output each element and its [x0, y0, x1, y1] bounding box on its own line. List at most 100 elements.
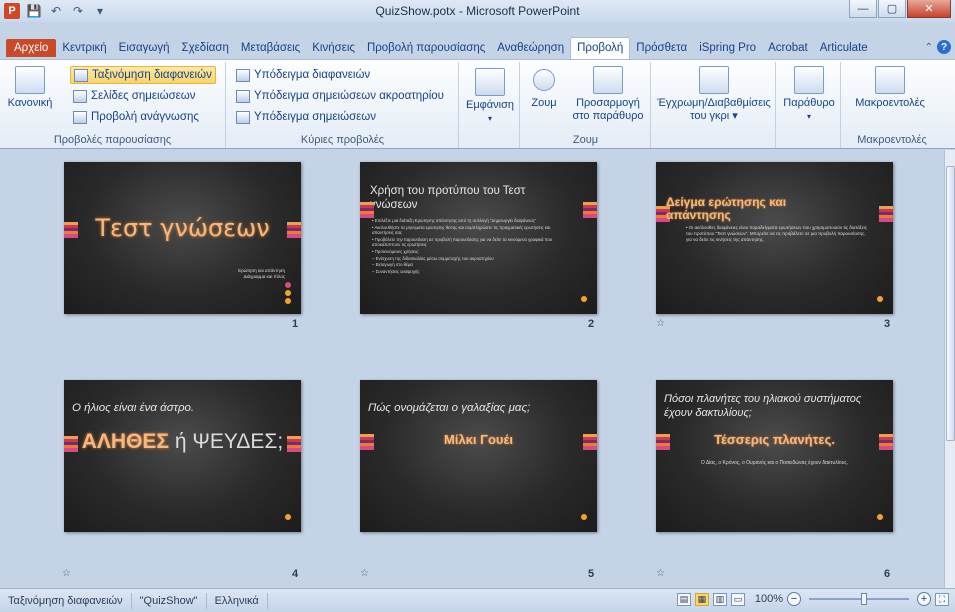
- zoom-level[interactable]: 100%: [755, 593, 783, 605]
- decor-dot: [581, 296, 587, 302]
- ribbon-right-controls: ⌃ ?: [925, 40, 951, 54]
- status-right: ▤ ▦ ▥ ▭ 100% − + ⛶: [676, 592, 949, 606]
- slide-thumbnail-3[interactable]: Δείγμα ερώτησης και απάντησης • Οι ακόλο…: [656, 162, 893, 314]
- slide-sorter-status-icon[interactable]: ▦: [694, 592, 709, 606]
- notes-page-icon: [73, 89, 87, 103]
- decor-stripe: [879, 206, 893, 222]
- vertical-scrollbar[interactable]: [944, 150, 955, 588]
- slide-thumbnail-2[interactable]: Χρήση του προτύπου του Τεστ γνώσεων • Επ…: [360, 162, 597, 314]
- decor-stripe: [583, 202, 597, 218]
- color-grayscale-button[interactable]: Έγχρωμη/Διαβαθμίσεις του γκρι ▾: [654, 66, 774, 123]
- slide-show-status-icon[interactable]: ▭: [730, 592, 745, 606]
- reading-view-button[interactable]: Προβολή ανάγνωσης: [70, 108, 202, 126]
- transition-icon[interactable]: ☆: [360, 568, 369, 579]
- status-theme-name[interactable]: "QuizShow": [132, 592, 207, 609]
- customize-qat-icon[interactable]: ▾: [92, 4, 108, 18]
- status-language[interactable]: Ελληνικά: [207, 592, 268, 609]
- zoom-in-icon[interactable]: +: [917, 592, 931, 606]
- slide-thumbnail-5[interactable]: Πώς ονομάζεται ο γαλαξίας μας; Μίλκι Γου…: [360, 380, 597, 532]
- handout-master-button[interactable]: Υπόδειγμα σημειώσεων ακροατηρίου: [233, 87, 447, 105]
- slide-title: Τεστ γνώσεων: [95, 214, 270, 242]
- slide-answer: Μίλκι Γουέι: [444, 432, 513, 447]
- minimize-ribbon-icon[interactable]: ⌃: [925, 42, 933, 53]
- show-icon: [475, 68, 505, 96]
- tab-animations[interactable]: Κινήσεις: [306, 39, 361, 57]
- redo-icon[interactable]: ↷: [70, 4, 86, 18]
- decor-dot: [581, 514, 587, 520]
- tab-review[interactable]: Αναθεώρηση: [491, 39, 570, 57]
- powerpoint-app-icon[interactable]: P: [4, 3, 20, 19]
- close-button[interactable]: ✕: [907, 0, 951, 18]
- tab-file[interactable]: Αρχείο: [6, 39, 57, 57]
- zoom-slider[interactable]: [809, 593, 909, 605]
- slide-number-2: 2: [588, 318, 595, 330]
- bullet: • Προβάλετε την παρουσίαση σε προβολή πα…: [372, 236, 553, 248]
- notes-page-button[interactable]: Σελίδες σημειώσεων: [70, 87, 199, 105]
- slide-sorter-button[interactable]: Ταξινόμηση διαφανειών: [70, 66, 216, 84]
- fit-to-window-button[interactable]: Προσαρμογή στο παράθυρο: [567, 66, 649, 123]
- group-show: Εμφάνιση ▾: [460, 62, 520, 148]
- ribbon-tabs: Αρχείο Κεντρική Εισαγωγή Σχεδίαση Μεταβά…: [0, 37, 874, 59]
- transition-icon[interactable]: ☆: [62, 568, 71, 579]
- save-icon[interactable]: 💾: [26, 4, 42, 18]
- minimize-button[interactable]: —: [849, 0, 877, 18]
- tab-slide-show[interactable]: Προβολή παρουσίασης: [361, 39, 491, 57]
- transition-icon[interactable]: ☆: [656, 318, 665, 329]
- slide-number-3: 3: [884, 318, 891, 330]
- window-label: Παράθυρο: [783, 97, 835, 109]
- bullet: – Συναντήσεις αναψυχής: [372, 269, 420, 275]
- decor-stripe: [360, 202, 374, 218]
- tab-acrobat[interactable]: Acrobat: [762, 39, 814, 57]
- tab-design[interactable]: Σχεδίαση: [176, 39, 235, 57]
- normal-view-button[interactable]: Κανονική: [4, 66, 56, 110]
- slide-title: Δείγμα ερώτησης και απάντησης: [666, 195, 787, 222]
- macros-label: Μακροεντολές: [855, 97, 925, 109]
- show-label: Εμφάνιση: [465, 99, 515, 111]
- tab-ispring[interactable]: iSpring Pro: [693, 39, 762, 57]
- tab-transitions[interactable]: Μεταβάσεις: [235, 39, 306, 57]
- slide-thumbnail-4[interactable]: Ο ήλιος είναι ένα άστρο. ΑΛΗΘΕΣ ή ΨΕΥΔΕΣ…: [64, 380, 301, 532]
- decor-dot: [877, 296, 883, 302]
- reading-view-icon: [73, 110, 87, 124]
- normal-view-status-icon[interactable]: ▤: [676, 592, 691, 606]
- slide-thumbnail-1[interactable]: Τεστ γνώσεων Ερώτηση και απάντηση Διάγρα…: [64, 162, 301, 314]
- zoom-slider-thumb[interactable]: [861, 593, 867, 605]
- status-bar: Ταξινόμηση διαφανειών "QuizShow" Ελληνικ…: [0, 588, 955, 612]
- reading-view-status-icon[interactable]: ▥: [712, 592, 727, 606]
- transition-icon[interactable]: ☆: [656, 568, 665, 579]
- color-grayscale-label-2-text: του γκρι: [690, 110, 730, 122]
- group-color-grayscale: Έγχρωμη/Διαβαθμίσεις του γκρι ▾: [652, 62, 776, 148]
- magnifier-icon: [533, 69, 555, 91]
- reading-view-label: Προβολή ανάγνωσης: [91, 111, 199, 123]
- slide-thumbnail-6[interactable]: Πόσοι πλανήτες του ηλιακού συστήματος έχ…: [656, 380, 893, 532]
- tab-add-ins[interactable]: Πρόσθετα: [630, 39, 693, 57]
- fit-slide-icon[interactable]: ⛶: [935, 592, 949, 606]
- window-title: QuizShow.potx - Microsoft PowerPoint: [375, 4, 580, 18]
- slide-master-button[interactable]: Υπόδειγμα διαφανειών: [233, 66, 373, 84]
- notes-master-label: Υπόδειγμα σημειώσεων: [254, 111, 377, 123]
- maximize-button[interactable]: ▢: [878, 0, 906, 18]
- slide-body: • Οι ακόλουθες διαφάνειες είναι παραδείγ…: [686, 225, 867, 242]
- tab-view[interactable]: Προβολή: [570, 37, 631, 59]
- scrollbar-thumb[interactable]: [946, 166, 955, 441]
- notes-master-button[interactable]: Υπόδειγμα σημειώσεων: [233, 108, 379, 126]
- slide-sorter-label: Ταξινόμηση διαφανειών: [92, 69, 212, 81]
- zoom-button[interactable]: Ζουμ: [523, 66, 565, 110]
- macros-button[interactable]: Μακροεντολές: [846, 66, 934, 110]
- tab-articulate[interactable]: Articulate: [814, 39, 874, 57]
- group-label-presentation-views: Προβολές παρουσίασης: [53, 134, 172, 146]
- show-button[interactable]: Εμφάνιση ▾: [462, 68, 518, 125]
- slide-subtitle-line: Διάγραμμα και τίτλος: [243, 274, 285, 279]
- notes-master-icon: [236, 110, 250, 124]
- help-icon[interactable]: ?: [937, 40, 951, 54]
- window-button[interactable]: Παράθυρο ▾: [779, 66, 839, 123]
- slide-number-4: 4: [292, 568, 299, 580]
- tab-home[interactable]: Κεντρική: [56, 39, 112, 57]
- decor-dot: [285, 290, 291, 296]
- tab-insert[interactable]: Εισαγωγή: [113, 39, 176, 57]
- undo-icon[interactable]: ↶: [48, 4, 64, 18]
- color-grayscale-label-2: του γκρι ▾: [690, 110, 738, 122]
- window-icon: [794, 66, 824, 94]
- color-grayscale-icon: [699, 66, 729, 94]
- zoom-out-icon[interactable]: −: [787, 592, 801, 606]
